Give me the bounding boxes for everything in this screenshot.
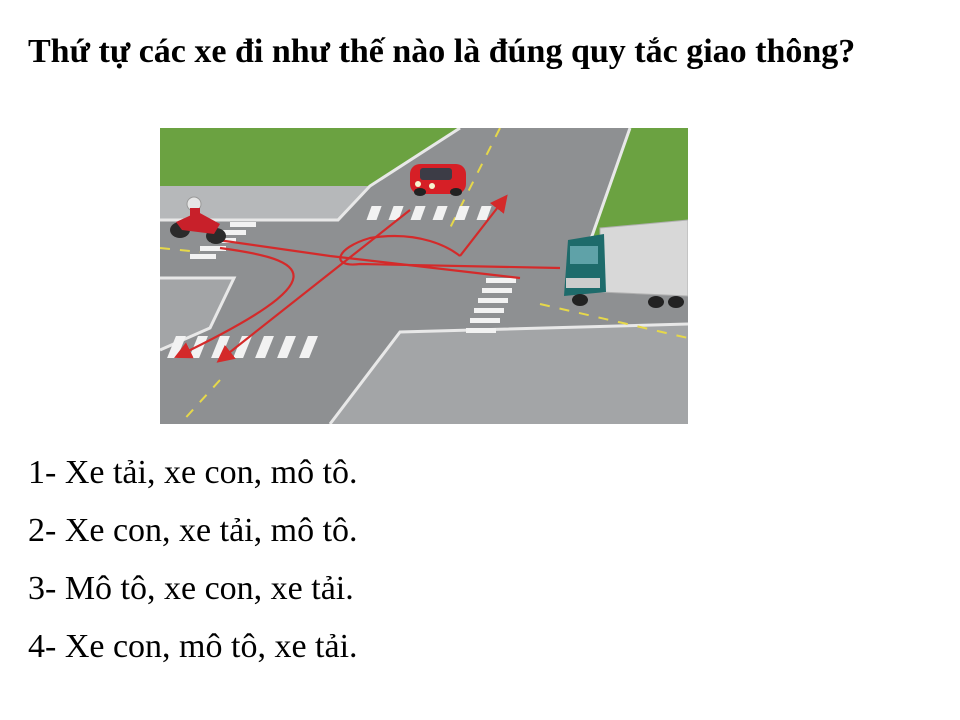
answer-option-2[interactable]: 2- Xe con, xe tải, mô tô. (28, 502, 358, 560)
answer-list: 1- Xe tải, xe con, mô tô. 2- Xe con, xe … (28, 444, 358, 676)
answer-option-4[interactable]: 4- Xe con, mô tô, xe tải. (28, 618, 358, 676)
answer-option-3[interactable]: 3- Mô tô, xe con, xe tải. (28, 560, 358, 618)
question-text: Thứ tự các xe đi như thế nào là đúng quy… (28, 33, 856, 70)
intersection-illustration (160, 128, 688, 424)
car (410, 164, 466, 196)
answer-option-1[interactable]: 1- Xe tải, xe con, mô tô. (28, 444, 358, 502)
